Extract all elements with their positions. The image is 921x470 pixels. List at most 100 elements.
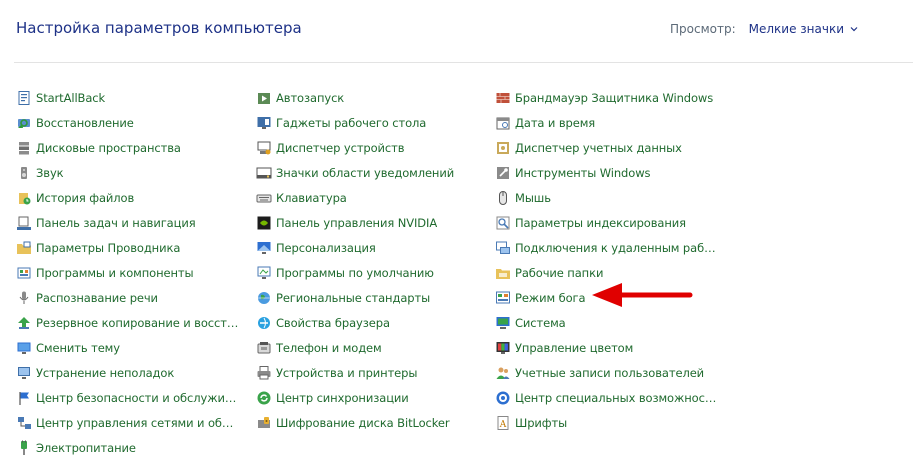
control-panel-item[interactable]: Программы по умолчанию bbox=[256, 260, 481, 285]
control-panel-item-label: Центр синхронизации bbox=[276, 390, 409, 405]
control-panel-item-label: Свойства браузера bbox=[276, 315, 390, 330]
control-panel-item[interactable]: Панель задач и навигация bbox=[16, 210, 241, 235]
control-panel-item[interactable]: Параметры Проводника bbox=[16, 235, 241, 260]
control-panel-item-label: Центр управления сетями и общи... bbox=[36, 415, 241, 430]
control-panel-item[interactable]: Центр управления сетями и общи... bbox=[16, 410, 241, 435]
control-panel-item-label: Устройства и принтеры bbox=[276, 365, 418, 380]
control-panel-item[interactable]: Телефон и модем bbox=[256, 335, 481, 360]
control-panel-item[interactable]: StartAllBack bbox=[16, 85, 241, 110]
control-panel-item[interactable]: Электропитание bbox=[16, 435, 241, 460]
recovery-icon bbox=[16, 115, 32, 131]
chevron-down-icon bbox=[850, 27, 858, 32]
speaker-icon bbox=[16, 165, 32, 181]
backup-icon bbox=[16, 315, 32, 331]
device-manager-icon bbox=[256, 140, 272, 156]
accessibility-icon bbox=[495, 390, 511, 406]
control-panel-item[interactable]: Сменить тему bbox=[16, 335, 241, 360]
control-panel-item[interactable]: A Шрифты bbox=[495, 410, 720, 435]
red-arrow-annotation bbox=[592, 283, 693, 307]
control-panel-item[interactable]: Дисковые пространства bbox=[16, 135, 241, 160]
control-panel-item-label: Программы и компоненты bbox=[36, 265, 194, 280]
view-label: Просмотр: bbox=[670, 22, 736, 36]
phone-modem-icon bbox=[256, 340, 272, 356]
control-panel-item-label: Сменить тему bbox=[36, 340, 120, 355]
file-history-icon bbox=[16, 190, 32, 206]
control-panel-item[interactable]: Региональные стандарты bbox=[256, 285, 481, 310]
page-title: Настройка параметров компьютера bbox=[16, 19, 302, 37]
control-panel-item[interactable]: Центр безопасности и обслуживания... bbox=[16, 385, 241, 410]
control-panel-item-label: Персонализация bbox=[276, 240, 376, 255]
control-panel-item[interactable]: Свойства браузера bbox=[256, 310, 481, 335]
keyboard-icon bbox=[256, 190, 272, 206]
control-panel-item[interactable]: Центр синхронизации bbox=[256, 385, 481, 410]
control-panel-item[interactable]: Устройства и принтеры bbox=[256, 360, 481, 385]
control-panel-item-label: StartAllBack bbox=[36, 90, 106, 105]
control-panel-item[interactable]: Распознавание речи bbox=[16, 285, 241, 310]
fonts-icon: A bbox=[495, 415, 511, 431]
control-panel-item-label: Программы по умолчанию bbox=[276, 265, 434, 280]
tools-icon bbox=[495, 165, 511, 181]
credential-icon bbox=[495, 140, 511, 156]
control-panel-item[interactable]: Устранение неполадок bbox=[16, 360, 241, 385]
control-panel-item[interactable]: История файлов bbox=[16, 185, 241, 210]
control-panel-item[interactable]: Брандмауэр Защитника Windows bbox=[495, 85, 720, 110]
control-panel-item-label: Панель задач и навигация bbox=[36, 215, 196, 230]
programs-icon bbox=[16, 265, 32, 281]
control-panel-item[interactable]: Клавиатура bbox=[256, 185, 481, 210]
control-panel-item[interactable]: Управление цветом bbox=[495, 335, 720, 360]
control-panel-item[interactable]: Инструменты Windows bbox=[495, 160, 720, 185]
control-panel-item-label: Автозапуск bbox=[276, 90, 345, 105]
control-panel-item-label: Шрифты bbox=[515, 415, 568, 430]
control-panel-item-label: Шифрование диска BitLocker bbox=[276, 415, 450, 430]
god-mode-icon bbox=[495, 290, 511, 306]
control-panel-item[interactable]: Параметры индексирования bbox=[495, 210, 720, 235]
power-icon bbox=[16, 440, 32, 456]
control-panel-item[interactable]: Программы и компоненты bbox=[16, 260, 241, 285]
control-panel-item[interactable]: Автозапуск bbox=[256, 85, 481, 110]
control-panel-item[interactable]: Звук bbox=[16, 160, 241, 185]
theme-icon bbox=[16, 340, 32, 356]
default-programs-icon bbox=[256, 265, 272, 281]
header-divider bbox=[14, 62, 913, 63]
remote-desktop-icon bbox=[495, 240, 511, 256]
control-panel-item-label: Брандмауэр Защитника Windows bbox=[515, 90, 714, 105]
control-panel-item[interactable]: Учетные записи пользователей bbox=[495, 360, 720, 385]
bitlocker-icon bbox=[256, 415, 272, 431]
control-panel-item-label: Восстановление bbox=[36, 115, 134, 130]
control-panel-item-label: Подключения к удаленным рабоч... bbox=[515, 240, 720, 255]
control-panel-item-label: Параметры Проводника bbox=[36, 240, 181, 255]
control-panel-item-label: Электропитание bbox=[36, 440, 136, 455]
control-panel-item[interactable]: Значки области уведомлений bbox=[256, 160, 481, 185]
control-panel-item-label: Гаджеты рабочего стола bbox=[276, 115, 427, 130]
control-panel-item-label: Распознавание речи bbox=[36, 290, 158, 305]
control-panel-item-label: Рабочие папки bbox=[515, 265, 604, 280]
control-panel-item[interactable]: Диспетчер учетных данных bbox=[495, 135, 720, 160]
control-panel-item[interactable]: Панель управления NVIDIA bbox=[256, 210, 481, 235]
control-panel-item[interactable]: Шифрование диска BitLocker bbox=[256, 410, 481, 435]
folder-options-icon bbox=[16, 240, 32, 256]
control-panel-item[interactable]: Подключения к удаленным рабоч... bbox=[495, 235, 720, 260]
control-panel-item-label: Мышь bbox=[515, 190, 551, 205]
mouse-icon bbox=[495, 190, 511, 206]
view-mode-value: Мелкие значки bbox=[748, 22, 844, 36]
control-panel-item-label: Устранение неполадок bbox=[36, 365, 175, 380]
control-panel-item[interactable]: Резервное копирование и восстан... bbox=[16, 310, 241, 335]
control-panel-item-label: Клавиатура bbox=[276, 190, 347, 205]
control-panel-item[interactable]: Центр специальных возможностей bbox=[495, 385, 720, 410]
control-panel-item[interactable]: Персонализация bbox=[256, 235, 481, 260]
control-panel-item[interactable]: Гаджеты рабочего стола bbox=[256, 110, 481, 135]
control-panel-item[interactable]: Мышь bbox=[495, 185, 720, 210]
control-panel-item[interactable]: Система bbox=[495, 310, 720, 335]
flag-icon bbox=[16, 390, 32, 406]
control-panel-item-label: Дата и время bbox=[515, 115, 596, 130]
calendar-icon bbox=[495, 115, 511, 131]
view-mode-dropdown[interactable]: Мелкие значки bbox=[749, 22, 858, 36]
control-panel-item-label: Режим бога bbox=[515, 290, 586, 305]
view-control: Просмотр: Мелкие значки bbox=[670, 22, 858, 36]
control-panel-item[interactable]: Дата и время bbox=[495, 110, 720, 135]
control-panel-item[interactable]: Восстановление bbox=[16, 110, 241, 135]
browser-icon bbox=[256, 315, 272, 331]
control-panel-item-label: Резервное копирование и восстан... bbox=[36, 315, 241, 330]
control-panel-item-label: Диспетчер устройств bbox=[276, 140, 405, 155]
control-panel-item[interactable]: Диспетчер устройств bbox=[256, 135, 481, 160]
